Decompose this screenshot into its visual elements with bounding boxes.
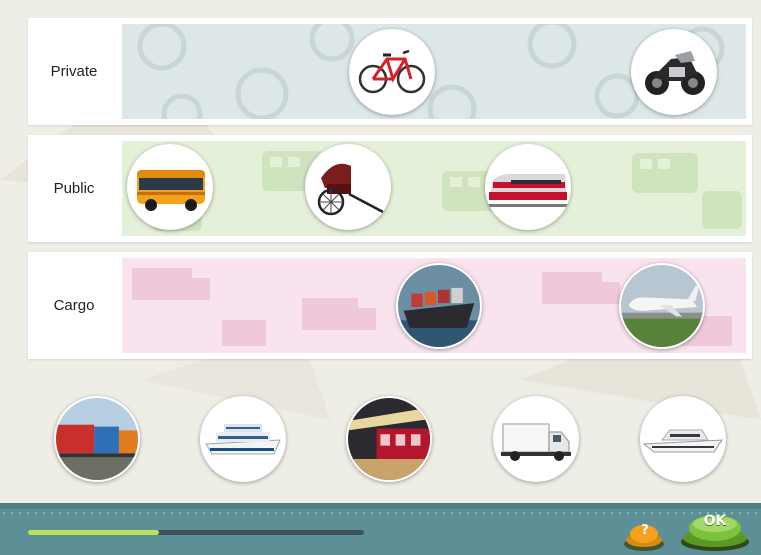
token-motorcycle[interactable] xyxy=(631,29,717,115)
motorcycle-icon xyxy=(645,51,705,95)
help-label: ? xyxy=(641,523,649,538)
token-bicycle[interactable] xyxy=(349,29,435,115)
yacht-icon xyxy=(642,429,723,453)
bus-icon xyxy=(137,170,205,211)
category-label-private: Private xyxy=(50,63,98,80)
cargo-ship-icon xyxy=(398,265,480,347)
footer-border xyxy=(0,503,761,509)
tray-token-yacht[interactable] xyxy=(640,396,726,482)
tray-token-freight-train[interactable] xyxy=(54,396,140,482)
bicycle-icon xyxy=(358,49,426,94)
truck-icon xyxy=(501,423,571,461)
tray-token-subway[interactable] xyxy=(346,396,432,482)
progress-fill xyxy=(28,530,160,535)
train-icon xyxy=(485,174,571,207)
token-bus[interactable] xyxy=(127,144,213,230)
ok-button[interactable]: OK xyxy=(680,508,750,552)
token-cargo-plane[interactable] xyxy=(619,263,705,349)
cargo-plane-icon xyxy=(621,265,703,347)
tray-token-cruise-ship[interactable] xyxy=(200,396,286,482)
cruise-ship-icon xyxy=(205,424,281,455)
token-train[interactable] xyxy=(485,144,571,230)
footer-dots xyxy=(0,511,761,515)
token-cargo-ship[interactable] xyxy=(396,263,482,349)
token-rickshaw[interactable] xyxy=(305,144,391,230)
help-button[interactable]: ? xyxy=(622,520,666,552)
freight-train-icon xyxy=(56,398,138,480)
subway-icon xyxy=(348,398,430,480)
rickshaw-icon xyxy=(317,163,384,216)
progress-bar xyxy=(28,530,364,535)
ok-label: OK xyxy=(703,513,727,529)
tray-token-truck[interactable] xyxy=(493,396,579,482)
category-label-cargo: Cargo xyxy=(53,297,95,314)
bus-pattern xyxy=(152,151,742,231)
category-label-public: Public xyxy=(53,180,95,197)
drop-zone-public[interactable] xyxy=(122,141,746,236)
